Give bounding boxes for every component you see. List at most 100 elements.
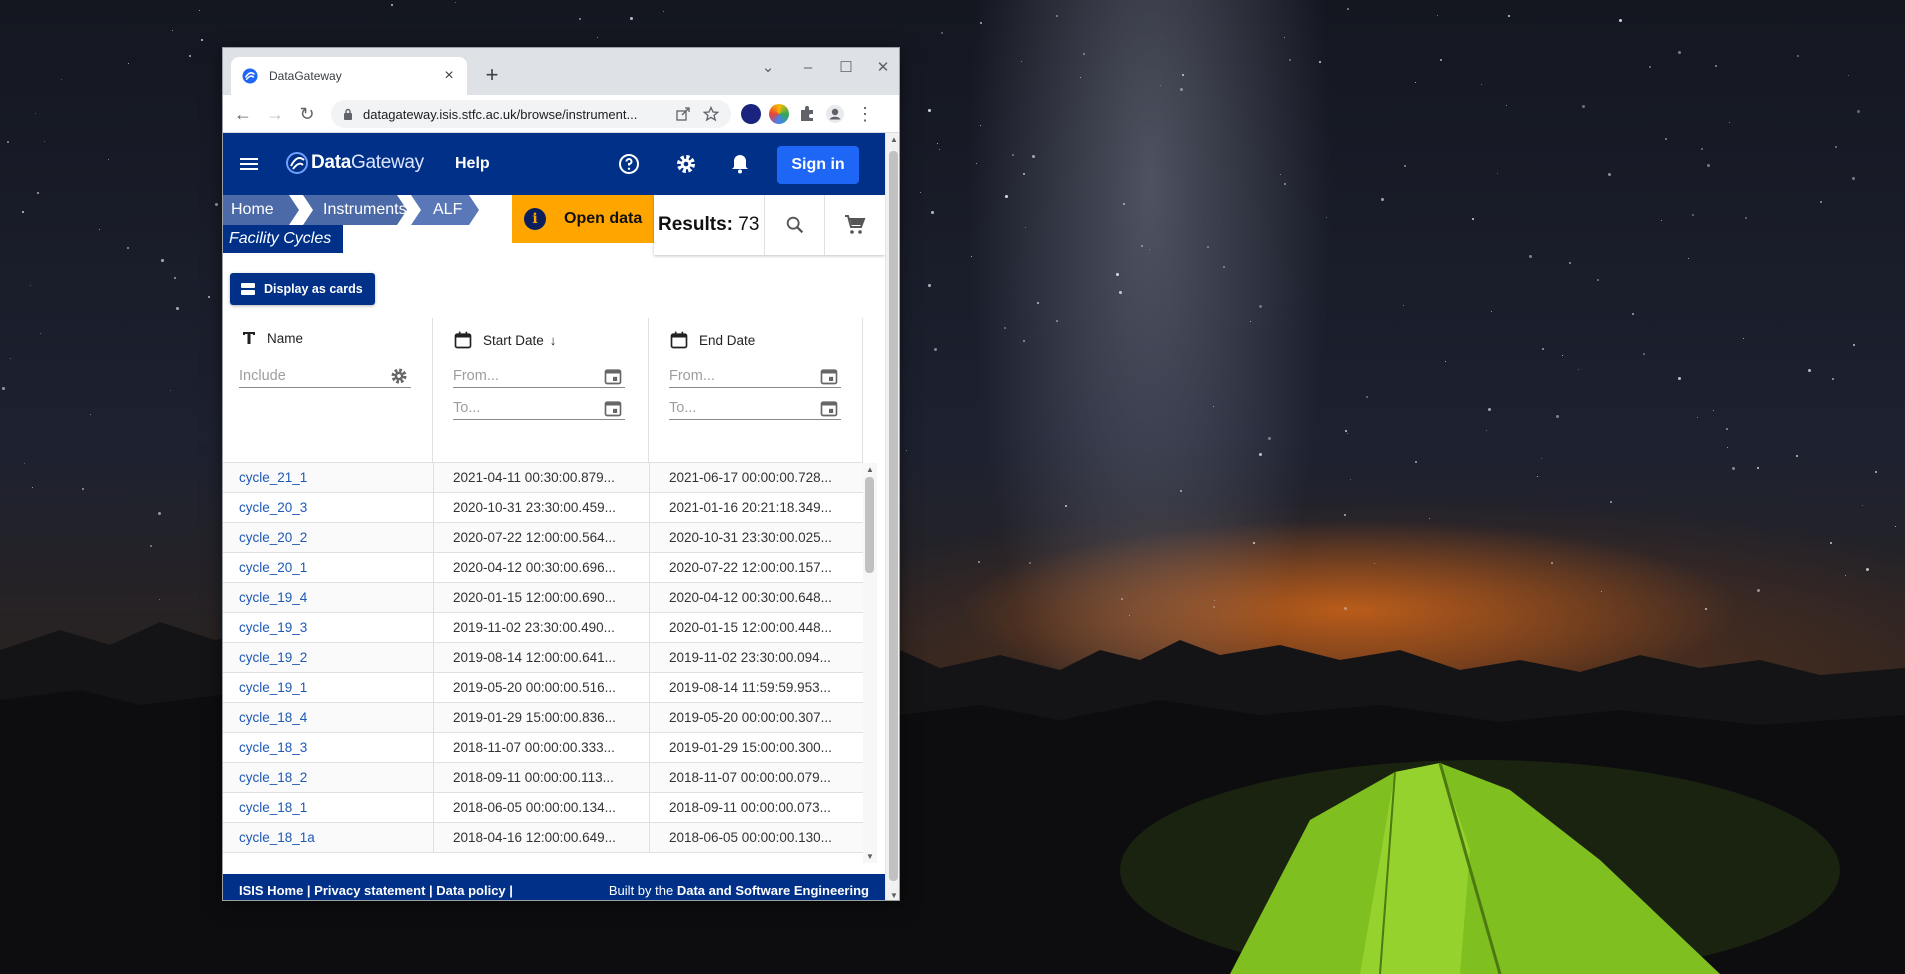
- start-date-to-input[interactable]: To...: [453, 396, 625, 420]
- table-row[interactable]: cycle_20_3 2020-10-31 23:30:00.459... 2021…: [223, 493, 863, 523]
- table-row[interactable]: cycle_21_1 2021-04-11 00:30:00.879... 2021…: [223, 463, 863, 493]
- table-row[interactable]: cycle_18_4 2019-01-29 15:00:00.836... 2019…: [223, 703, 863, 733]
- search-button[interactable]: [764, 195, 824, 255]
- cycle-name-link[interactable]: cycle_18_3: [239, 733, 429, 763]
- table-scrollbar[interactable]: ▲ ▼: [863, 463, 877, 863]
- end-to-placeholder: To...: [669, 400, 697, 416]
- cycle-name-link[interactable]: cycle_20_1: [239, 553, 429, 583]
- breadcrumb-alf[interactable]: ALF: [411, 195, 479, 225]
- share-icon[interactable]: [675, 106, 691, 122]
- start-date-header-label[interactable]: Start Date: [483, 333, 544, 348]
- help-link[interactable]: Help: [455, 155, 490, 173]
- star-icon[interactable]: [703, 106, 719, 122]
- page-scrollbar[interactable]: ▲ ▼: [885, 133, 899, 900]
- table-row[interactable]: cycle_18_3 2018-11-07 00:00:00.333... 2019…: [223, 733, 863, 763]
- table-scroll-down-icon[interactable]: ▼: [863, 852, 877, 861]
- filter-settings-gear-icon[interactable]: [389, 366, 409, 386]
- table-row[interactable]: cycle_18_1 2018-06-05 00:00:00.134... 2018…: [223, 793, 863, 823]
- page-viewport: Data Gateway Help Sign in Home Instrumen…: [223, 133, 885, 900]
- gear-icon[interactable]: [674, 152, 698, 176]
- page-scroll-up-icon[interactable]: ▲: [886, 135, 899, 144]
- name-header-label[interactable]: Name: [267, 331, 303, 346]
- display-as-cards-label: Display as cards: [264, 282, 363, 296]
- datagateway-favicon-icon: [242, 68, 258, 84]
- sort-descending-icon[interactable]: ↓: [550, 333, 557, 348]
- bell-icon[interactable]: [728, 152, 752, 176]
- cycle-name-link[interactable]: cycle_19_4: [239, 583, 429, 613]
- breadcrumb-instruments[interactable]: Instruments: [303, 195, 407, 225]
- table-row[interactable]: cycle_19_4 2020-01-15 12:00:00.690... 2020…: [223, 583, 863, 613]
- extension-heart-icon[interactable]: [741, 104, 761, 124]
- table-row[interactable]: cycle_19_1 2019-05-20 00:00:00.516... 2019…: [223, 673, 863, 703]
- table-scroll-up-icon[interactable]: ▲: [863, 465, 877, 474]
- start-date-from-input[interactable]: From...: [453, 364, 625, 388]
- end-date-to-input[interactable]: To...: [669, 396, 841, 420]
- minimize-button[interactable]: –: [793, 56, 823, 80]
- close-window-button[interactable]: ✕: [868, 56, 898, 80]
- table-row[interactable]: cycle_19_3 2019-11-02 23:30:00.490... 2020…: [223, 613, 863, 643]
- cycle-name-link[interactable]: cycle_20_2: [239, 523, 429, 553]
- cycle-name-link[interactable]: cycle_20_3: [239, 493, 429, 523]
- sign-in-button[interactable]: Sign in: [777, 146, 859, 184]
- calendar-picker-icon[interactable]: [603, 398, 623, 418]
- new-tab-button[interactable]: +: [480, 62, 504, 88]
- table-row[interactable]: cycle_18_2 2018-09-11 00:00:00.113... 2018…: [223, 763, 863, 793]
- browser-tab-datagateway[interactable]: DataGateway ×: [231, 57, 467, 95]
- menu-icon[interactable]: [237, 152, 261, 176]
- start-date-cell: 2018-06-05 00:00:00.134...: [453, 800, 616, 815]
- cycle-name-link[interactable]: cycle_18_1a: [239, 823, 429, 853]
- maximize-button[interactable]: ☐: [831, 56, 861, 80]
- table-row[interactable]: cycle_19_2 2019-08-14 12:00:00.641... 2019…: [223, 643, 863, 673]
- display-as-cards-button[interactable]: Display as cards: [230, 273, 375, 305]
- start-date-cell: 2019-11-02 23:30:00.490...: [453, 620, 615, 635]
- breadcrumb-home[interactable]: Home: [223, 195, 299, 225]
- page-scroll-thumb[interactable]: [889, 151, 898, 881]
- reload-button[interactable]: ↻: [295, 102, 319, 126]
- page-scroll-down-icon[interactable]: ▼: [886, 891, 899, 900]
- cycle-name-link[interactable]: cycle_19_3: [239, 613, 429, 643]
- puzzle-icon[interactable]: [797, 104, 817, 124]
- table-row[interactable]: cycle_18_1a 2018-04-16 12:00:00.649... 201…: [223, 823, 863, 853]
- start-date-cell: 2019-01-29 15:00:00.836...: [453, 710, 616, 725]
- footer-links[interactable]: ISIS Home | Privacy statement | Data pol…: [239, 883, 513, 900]
- cycle-name-link[interactable]: cycle_21_1: [239, 463, 429, 493]
- open-data-badge[interactable]: i Open data: [512, 195, 654, 243]
- end-date-from-input[interactable]: From...: [669, 364, 841, 388]
- cycle-name-link[interactable]: cycle_19_1: [239, 673, 429, 703]
- browser-menu-button[interactable]: ⋮: [853, 102, 877, 126]
- calendar-picker-icon[interactable]: [603, 366, 623, 386]
- datagateway-logo[interactable]: Data Gateway: [285, 151, 424, 175]
- page-footer: ISIS Home | Privacy statement | Data pol…: [223, 874, 885, 900]
- help-icon[interactable]: [617, 152, 641, 176]
- forward-button[interactable]: →: [263, 102, 287, 126]
- start-date-cell: 2019-08-14 12:00:00.641...: [453, 650, 616, 665]
- cycle-name-link[interactable]: cycle_19_2: [239, 643, 429, 673]
- table-row[interactable]: cycle_20_2 2020-07-22 12:00:00.564... 2020…: [223, 523, 863, 553]
- table-row[interactable]: cycle_20_1 2020-04-12 00:30:00.696... 2020…: [223, 553, 863, 583]
- profile-icon[interactable]: [825, 104, 845, 124]
- end-date-header-label[interactable]: End Date: [699, 333, 755, 348]
- table-scroll-thumb[interactable]: [865, 477, 874, 573]
- calendar-picker-icon[interactable]: [819, 398, 839, 418]
- tab-search-icon[interactable]: ⌄: [753, 56, 783, 80]
- facility-cycles-table: Name Include Start Date ↓ From... To... …: [223, 318, 877, 863]
- cycle-name-link[interactable]: cycle_18_4: [239, 703, 429, 733]
- calendar-picker-icon[interactable]: [819, 366, 839, 386]
- cycle-name-link[interactable]: cycle_18_2: [239, 763, 429, 793]
- footer-credit-team[interactable]: Data and Software Engineering: [677, 883, 869, 898]
- cards-icon: [241, 283, 255, 295]
- table-body: cycle_21_1 2021-04-11 00:30:00.879... 2021…: [223, 463, 863, 853]
- tab-close-icon[interactable]: ×: [441, 67, 457, 85]
- cycle-name-link[interactable]: cycle_18_1: [239, 793, 429, 823]
- back-button[interactable]: ←: [231, 102, 255, 126]
- extension-color-icon[interactable]: [769, 104, 789, 124]
- address-bar[interactable]: datagateway.isis.stfc.ac.uk/browse/instr…: [331, 100, 731, 128]
- breadcrumb-current-page: Facility Cycles: [223, 225, 343, 253]
- column-divider: [649, 673, 650, 703]
- url-text: datagateway.isis.stfc.ac.uk/browse/instr…: [363, 106, 638, 122]
- cart-button[interactable]: [824, 195, 884, 255]
- column-divider: [433, 493, 434, 523]
- start-from-placeholder: From...: [453, 368, 499, 384]
- name-filter-input[interactable]: Include: [239, 364, 411, 388]
- column-divider: [433, 463, 434, 493]
